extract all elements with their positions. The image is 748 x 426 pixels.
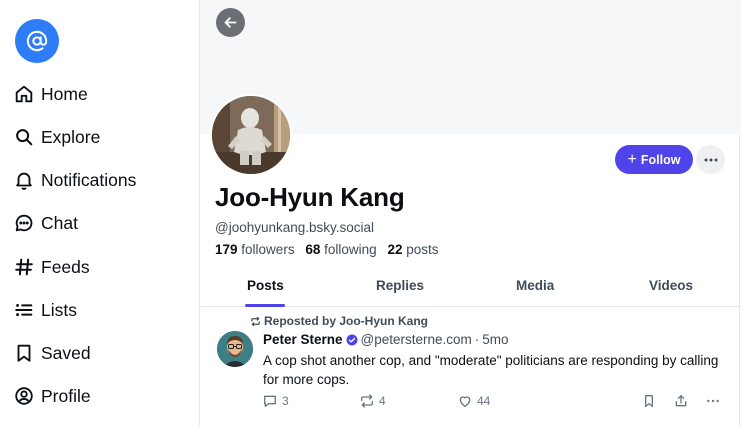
nav-notifications-label: Notifications [41,169,137,190]
tab-media[interactable]: Media [516,278,554,293]
author-avatar-illustration [217,331,253,367]
display-name: Joo-Hyun Kang [215,182,405,212]
nav-lists[interactable]: Lists [13,295,77,325]
nav-saved[interactable]: Saved [13,338,91,368]
active-tab-indicator [245,304,285,307]
post-more-button[interactable] [705,393,725,409]
reply-button[interactable]: 3 [262,393,289,409]
search-icon [16,129,33,146]
back-button[interactable] [216,8,245,37]
plus-icon: + [627,150,637,168]
posts-stat: 22 posts [387,242,438,257]
follow-label: Follow [640,152,681,167]
tab-posts[interactable]: Posts [247,278,284,293]
feed-post[interactable]: Reposted by Joo-Hyun Kang Peter Sterne @… [200,308,741,426]
post-actions: 3 4 44 [262,393,732,413]
followers-stat[interactable]: 179 followers [215,242,295,257]
share-button[interactable] [673,393,693,409]
profile-stats: 179 followers 68 following 22 posts [215,242,439,257]
nav-profile-label: Profile [41,385,91,406]
arrow-left-icon [224,17,237,28]
avatar-photo [212,96,290,174]
profile-tabs: Posts Replies Media Videos [200,268,741,307]
nav-profile[interactable]: Profile [13,381,91,411]
post-author-name[interactable]: Peter Sterne [263,332,343,347]
post-timestamp[interactable]: 5mo [482,332,508,347]
followers-label: followers [241,242,295,257]
profile-column: + Follow Joo-Hyun Kang @joohyunkang.bsky… [199,0,741,426]
nav-explore[interactable]: Explore [13,122,100,152]
repost-icon [361,394,373,408]
nav-chat-label: Chat [41,212,78,233]
reply-count: 3 [282,394,289,408]
ellipsis-icon [707,399,719,403]
followers-count: 179 [215,242,238,257]
repost-indicator[interactable]: Reposted by Joo-Hyun Kang [250,314,428,328]
sidebar: Home Explore Notifications Chat Feeds Li… [0,0,199,426]
bookmark-icon [17,344,31,362]
follow-button[interactable]: + Follow [615,145,693,174]
tab-videos[interactable]: Videos [649,278,693,293]
share-icon [675,395,687,407]
repost-icon [251,316,260,326]
nav-lists-label: Lists [41,299,77,320]
posts-label: posts [406,242,439,257]
post-body: A cop shot another cop, and "moderate" p… [263,353,719,387]
post-separator: · [474,332,480,347]
post-author-handle[interactable]: @petersterne.com [361,332,472,347]
nav-explore-label: Explore [41,126,101,147]
list-icon [15,303,33,317]
verified-badge-icon [346,334,358,345]
bell-icon [16,172,32,190]
repost-button[interactable]: 4 [359,393,386,409]
like-count: 44 [477,394,491,408]
following-count: 68 [305,242,321,257]
profile-handle: @joohyunkang.bsky.social [215,220,375,235]
nav-feeds[interactable]: Feeds [13,252,90,282]
post-author-avatar[interactable] [217,331,253,367]
post-header: Peter Sterne @petersterne.com · 5mo [263,332,509,347]
nav-home[interactable]: Home [13,79,88,109]
bookmark-icon [645,395,653,407]
bookmark-button[interactable] [641,393,661,409]
repost-count: 4 [379,394,386,408]
at-sign-icon [26,30,48,52]
profile-avatar[interactable] [210,94,292,176]
nav-feeds-label: Feeds [41,256,90,277]
nav-home-label: Home [41,83,88,104]
ellipsis-icon [704,158,717,161]
chat-bubble-icon [15,214,33,232]
nav-chat[interactable]: Chat [13,208,78,238]
app-logo[interactable] [15,19,59,63]
reply-icon [264,395,276,407]
tab-replies[interactable]: Replies [376,278,424,293]
hashtag-icon [15,258,33,276]
nav-saved-label: Saved [41,342,91,363]
user-circle-icon [15,387,33,405]
heart-icon [459,396,471,407]
posts-count: 22 [387,242,403,257]
following-stat[interactable]: 68 following [305,242,376,257]
nav-notifications[interactable]: Notifications [13,165,136,195]
like-button[interactable]: 44 [457,393,490,409]
following-label: following [324,242,377,257]
repost-text: Reposted by Joo-Hyun Kang [264,314,429,328]
home-icon [15,85,33,103]
more-options-button[interactable] [696,145,725,174]
